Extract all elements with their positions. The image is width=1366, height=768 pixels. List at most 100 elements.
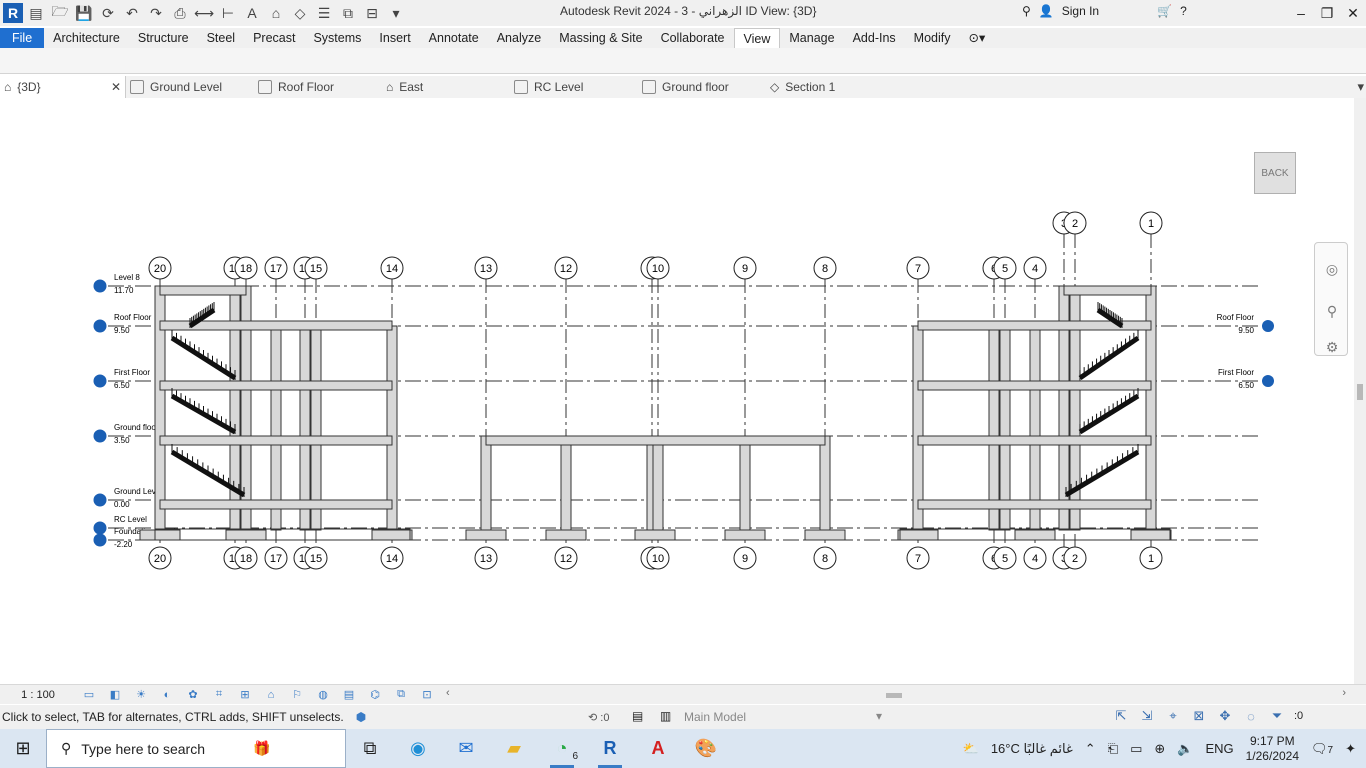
level-head[interactable]: First Floor 6.50 [93,368,150,390]
minimize-button[interactable]: – [1288,0,1314,26]
network-icon[interactable]: ⊕ [1154,741,1165,757]
sync-icon[interactable]: ⟳ [97,2,119,24]
reveal-hidden-icon[interactable]: ◍ [310,687,336,703]
tab-view[interactable]: View [733,28,781,48]
editable-icon[interactable]: ▥ [660,709,671,723]
edge-icon[interactable]: ◉ [394,729,442,768]
shadows-icon[interactable]: ◐ [154,687,180,703]
view-tab-section-1[interactable]: ◇ Section 1 [766,76,894,98]
select-by-face-icon[interactable]: ⊠ [1190,707,1208,725]
background-process-icon[interactable]: ◌ [1242,707,1260,725]
level-marker[interactable] [93,319,107,333]
horizontal-scrollbar[interactable]: ‹ › [446,687,1346,701]
redo-icon[interactable]: ↷ [145,2,167,24]
worksharing-icon[interactable]: ▤ [336,687,362,703]
tab-insert[interactable]: Insert [370,28,419,48]
level-head[interactable]: Ground Level0.00 [93,487,162,509]
switch-windows-icon[interactable]: ⊟ [361,2,383,24]
steering-wheel-icon[interactable]: ◎ [1323,261,1341,279]
view-tab-east[interactable]: ⌂ East [382,76,510,98]
drag-elements-icon[interactable]: ✥ [1216,707,1234,725]
detail-level-icon[interactable]: ▭ [76,687,102,703]
drawing-canvas[interactable]: Level 8 11.70 Roof Floor 9.50 First Floor 6.5… [0,98,1354,684]
scroll-thumb[interactable] [1357,384,1363,400]
clock[interactable]: 9:17 PM 1/26/2024 [1246,734,1299,764]
level-marker[interactable] [93,374,107,388]
view-tab-ground-level[interactable]: Ground Level [126,76,254,98]
scroll-right-icon[interactable]: › [1342,687,1346,699]
constraints-icon[interactable]: ⊡ [414,687,440,703]
copilot-icon[interactable]: ✦ [1345,741,1356,757]
show-hidden-icons[interactable]: ⌃ [1085,741,1096,757]
sign-in-area[interactable]: ⚲ 👤 Sign In 🛒 ? [1022,4,1187,18]
tab-precast[interactable]: Precast [244,28,304,48]
measure-icon[interactable]: ⟷ [193,2,215,24]
section-icon[interactable]: ◇ [289,2,311,24]
vertical-scrollbar[interactable] [1354,98,1366,684]
view-cube[interactable]: BACK [1254,152,1296,194]
tab-massing-site[interactable]: Massing & Site [550,28,651,48]
notifications-icon[interactable]: 🗨7 [1311,741,1333,757]
temporary-hide-icon[interactable]: ⚐ [284,687,310,703]
cart-icon[interactable]: 🛒 [1157,4,1172,18]
weather-text[interactable]: 16°C غائم غالبًا [991,741,1073,757]
scroll-left-icon[interactable]: ‹ [446,687,450,699]
view-tab-rc-level[interactable]: RC Level [510,76,638,98]
binoculars-icon[interactable]: ⚲ [1022,4,1031,18]
meet-icon[interactable]: ⎗ [1108,741,1118,757]
model-dropdown-icon[interactable]: ▾ [876,709,882,723]
undo-icon[interactable]: ↶ [121,2,143,24]
workset-count[interactable]: ⟲ :0 [588,711,609,724]
tab-architecture[interactable]: Architecture [44,28,129,48]
level-marker[interactable] [93,521,107,535]
help-icon[interactable]: ? [1180,4,1187,18]
paint-icon[interactable]: 🎨 [682,729,730,768]
level-marker[interactable] [93,429,107,443]
dimension-icon[interactable]: ⊢ [217,2,239,24]
visual-style-icon[interactable]: ◧ [102,687,128,703]
analytical-model-icon[interactable]: ⌬ [362,687,388,703]
revit-logo[interactable]: R [3,3,23,23]
weather-icon[interactable]: ⛅ [963,741,979,757]
tabs-dropdown-icon[interactable]: ▾ [1357,79,1364,95]
tab-systems[interactable]: Systems [304,28,370,48]
close-tab-icon[interactable]: ✕ [111,80,121,94]
level-marker[interactable] [93,279,107,293]
restore-button[interactable]: ❐ [1314,0,1340,26]
sign-in-label[interactable]: Sign In [1062,4,1099,18]
home-icon[interactable]: ▤ [25,2,47,24]
file-explorer-icon[interactable]: ▰ [490,729,538,768]
view-cube-face-label[interactable]: BACK [1261,168,1288,179]
hscroll-thumb[interactable] [886,693,902,698]
design-options-icon[interactable]: ⬢ [356,710,366,724]
acrobat-icon[interactable]: A [634,729,682,768]
level-head[interactable]: Ground floor 3.50 [93,423,159,445]
sun-path-icon[interactable]: ☀ [128,687,154,703]
revit-taskbar-icon[interactable]: R [586,729,634,768]
tab-modify[interactable]: Modify [905,28,960,48]
active-model[interactable]: Main Model [684,710,746,724]
print-icon[interactable]: ⎙ [169,2,191,24]
tab-file[interactable]: File [0,28,45,48]
tab-add-ins[interactable]: Add-Ins [844,28,905,48]
whatsapp-icon[interactable]: ◔ 6 [538,729,586,768]
select-underlay-icon[interactable]: ⇲ [1138,707,1156,725]
select-pinned-icon[interactable]: ⌖ [1164,707,1182,725]
volume-icon[interactable]: 🔈 [1177,741,1193,757]
view-tab-3d[interactable]: ⌂ {3D} ✕ [0,76,126,98]
open-icon[interactable]: 🗁 [49,2,71,24]
close-window-button[interactable]: ✕ [1340,0,1366,26]
view-tab-ground-floor[interactable]: Ground floor [638,76,766,98]
level-head[interactable]: Level 8 11.70 [93,273,140,295]
elevation-drawing[interactable]: Level 8 11.70 Roof Floor 9.50 First Floor 6.5… [0,98,1354,684]
render-icon[interactable]: ✿ [180,687,206,703]
close-hidden-icon[interactable]: ⧉ [337,2,359,24]
level-marker[interactable] [93,493,107,507]
highlight-displacement-icon[interactable]: ⧉ [388,687,414,703]
zoom-icon[interactable]: ⚲ [1323,303,1341,321]
tab-structure[interactable]: Structure [129,28,198,48]
gift-icon[interactable]: 🎁 [253,740,270,757]
worksets-icon[interactable]: ▤ [632,709,643,723]
level-head[interactable]: Roof Floor 9.50 [93,313,152,335]
tab-collaborate[interactable]: Collaborate [652,28,734,48]
